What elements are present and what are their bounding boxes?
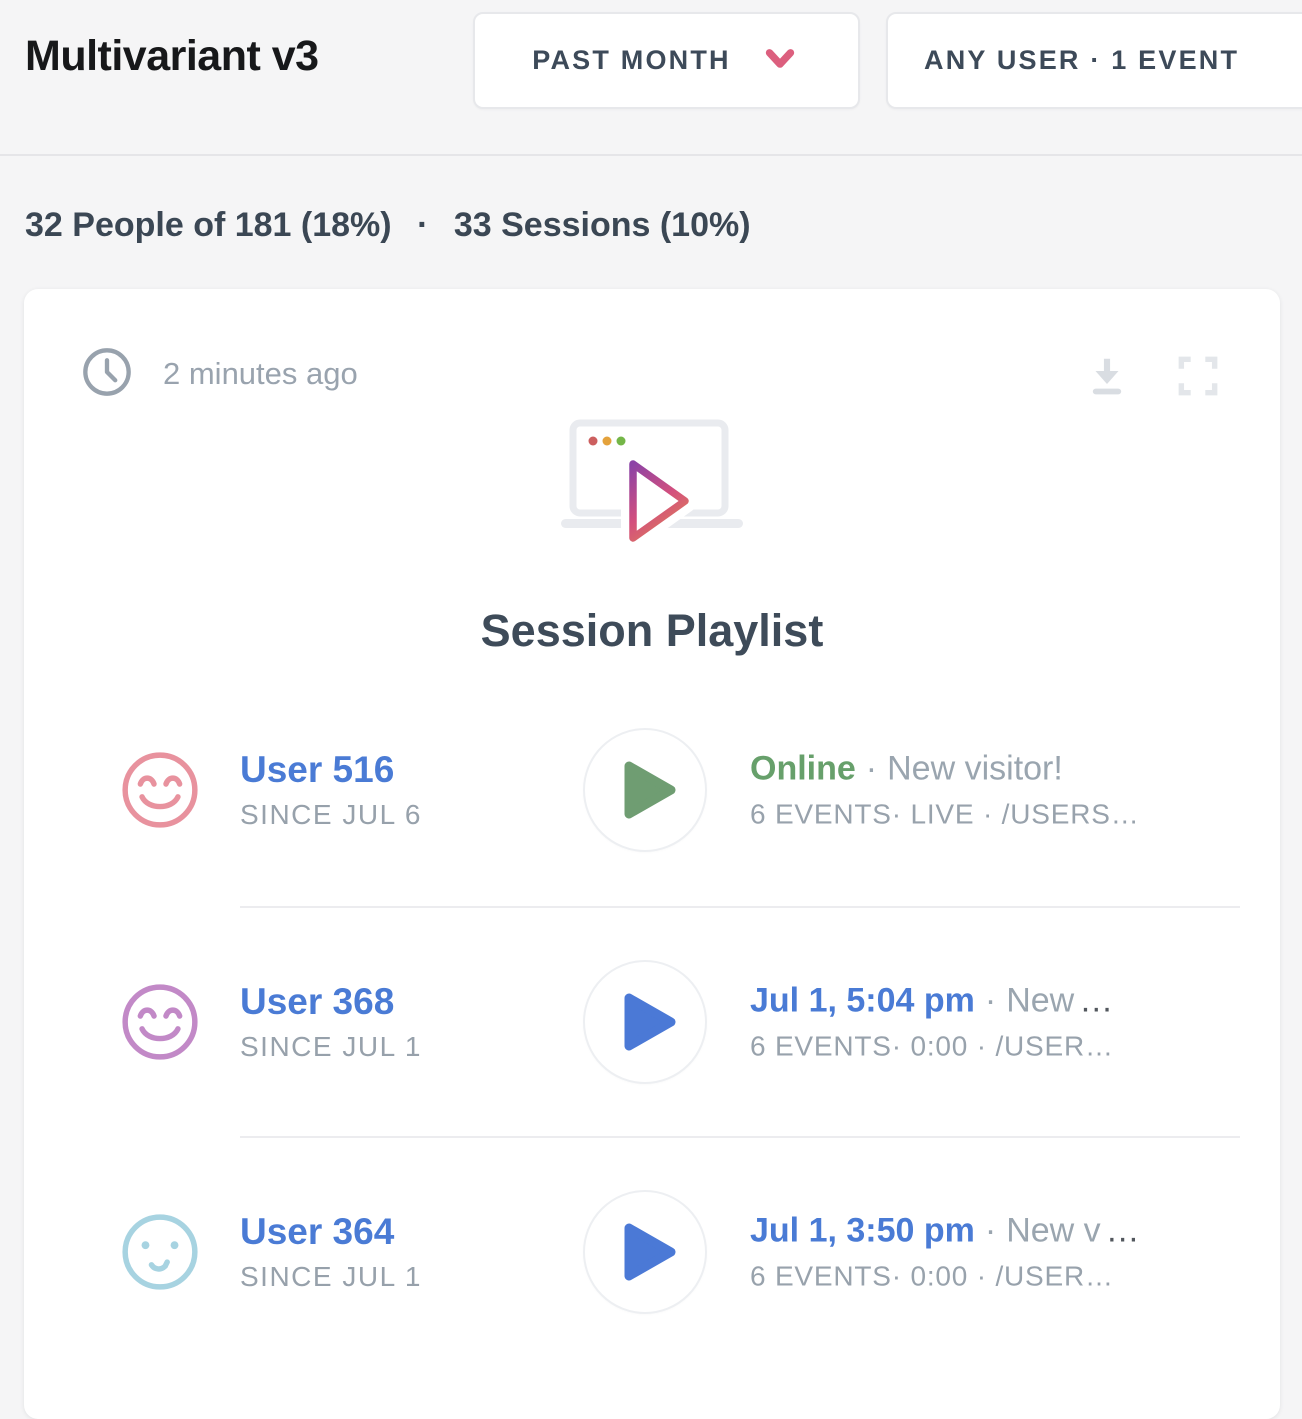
last-updated-text: 2 minutes ago [163,356,358,392]
wink-face-icon [119,1211,201,1298]
status-detail: 6 EVENTS· LIVE · /USERS… [750,799,1140,831]
happy-face-icon [119,981,201,1068]
page-title: Multivariant v3 [25,32,319,81]
user-since: SINCE JUL 6 [240,799,422,831]
download-icon[interactable] [1084,353,1130,404]
filter-label: ANY USER · 1 EVENT [924,45,1239,76]
last-updated: 2 minutes ago [81,347,358,401]
status-rest: New visitor! [887,750,1063,788]
user-info: User 516 SINCE JUL 6 [240,749,422,831]
status-rest: New v [1006,1212,1100,1250]
user-event-filter-button[interactable]: ANY USER · 1 EVENT [886,12,1302,109]
play-button[interactable] [583,960,707,1084]
date-range-label: PAST MONTH [532,45,731,76]
user-info: User 368 SINCE JUL 1 [240,981,422,1063]
status-rest: New [1006,982,1074,1020]
clock-icon [81,346,133,403]
user-link[interactable]: User 364 [240,1211,422,1253]
status-primary[interactable]: Jul 1, 3:50 pm [750,1212,975,1250]
session-playlist-card: 2 minutes ago [24,289,1280,1419]
play-button[interactable] [583,1190,707,1314]
session-row: User 516 SINCE JUL 6 Online · New visitor!… [95,728,1240,852]
header-divider [0,154,1302,156]
status-primary: Online [750,750,856,788]
status-detail: 6 EVENTS· 0:00 · /USER… [750,1031,1114,1063]
session-status: Jul 1, 5:04 pm · New… 6 EVENTS· 0:00 · /US… [750,982,1114,1063]
user-info: User 364 SINCE JUL 1 [240,1211,422,1293]
row-divider [240,1136,1240,1138]
play-icon [621,992,677,1052]
play-icon [621,760,677,820]
play-icon [621,1222,677,1282]
user-since: SINCE JUL 1 [240,1261,422,1293]
funnel-stats: 32 People of 181 (18%) · 33 Sessions (10… [25,206,751,245]
session-status: Jul 1, 3:50 pm · New v… 6 EVENTS· 0:00 · /… [750,1212,1140,1293]
sessions-stat: 33 Sessions (10%) [454,206,751,244]
status-ellipsis: … [1106,1212,1140,1250]
status-separator: · [985,982,996,1020]
session-row: User 364 SINCE JUL 1 Jul 1, 3:50 pm · New … [95,1190,1240,1314]
happy-face-icon [119,749,201,836]
stats-separator: · [417,206,428,244]
status-primary[interactable]: Jul 1, 5:04 pm [750,982,975,1020]
status-detail: 6 EVENTS· 0:00 · /USER… [750,1261,1140,1293]
card-title: Session Playlist [24,605,1280,657]
row-divider [240,906,1240,908]
status-separator: · [985,1212,996,1250]
session-playlist-illustration [24,417,1280,549]
play-button[interactable] [583,728,707,852]
people-stat: 32 People of 181 (18%) [25,206,392,244]
status-separator: · [866,750,877,788]
session-status: Online · New visitor! 6 EVENTS· LIVE · /US… [750,750,1140,831]
user-link[interactable]: User 368 [240,981,422,1023]
fullscreen-icon[interactable] [1173,351,1223,406]
session-row: User 368 SINCE JUL 1 Jul 1, 5:04 pm · New…… [95,960,1240,1084]
status-ellipsis: … [1079,982,1113,1020]
chevron-down-icon [759,37,801,84]
date-range-button[interactable]: PAST MONTH [473,12,860,109]
user-since: SINCE JUL 1 [240,1031,422,1063]
user-link[interactable]: User 516 [240,749,422,791]
